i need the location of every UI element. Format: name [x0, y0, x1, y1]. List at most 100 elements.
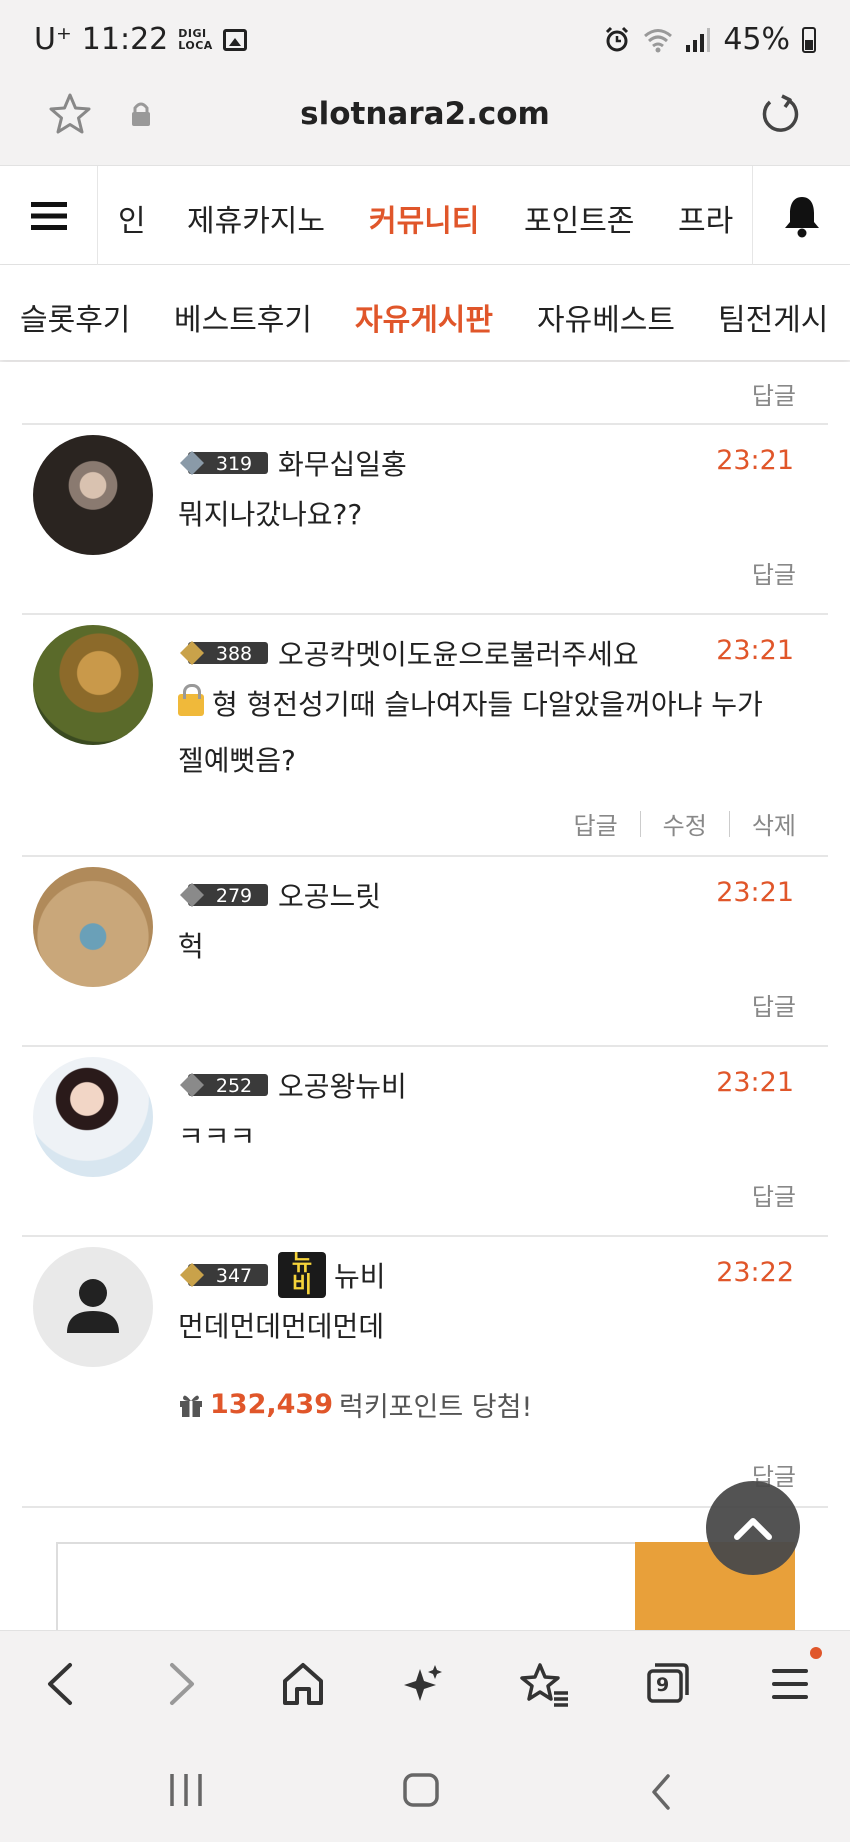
- avatar[interactable]: [33, 435, 153, 555]
- status-bar: U⁺ 11:22 DIGI LOCA 45%: [0, 0, 850, 80]
- comment-text: 헉: [178, 930, 204, 963]
- comment-text-line2: 젤예뻣음?: [178, 744, 296, 777]
- level-badge: 388: [180, 641, 268, 665]
- avatar[interactable]: [33, 867, 153, 987]
- bookmarks-icon[interactable]: [520, 1659, 570, 1709]
- comment-text: ㅋㅋㅋ: [178, 1120, 256, 1153]
- browser-toolbar: 9: [0, 1630, 850, 1740]
- comment-text-line1: 형 형전성기때 슬나여자들 다알았을꺼아냐 누가: [212, 688, 763, 721]
- comment-actions: 답글: [752, 1177, 796, 1212]
- back-icon[interactable]: [42, 1659, 78, 1709]
- carrier-label: U⁺: [34, 22, 72, 57]
- subnav-best-review[interactable]: 베스트후기: [174, 295, 312, 339]
- back-nav-icon[interactable]: [646, 1772, 676, 1812]
- subnav-free-board[interactable]: 자유게시판: [355, 295, 493, 339]
- reply-button[interactable]: 답글: [573, 806, 617, 841]
- digiloca-icon: DIGI LOCA: [178, 27, 213, 52]
- url-domain[interactable]: slotnara2.com: [0, 96, 850, 132]
- lucky-point-label: 럭키포인트 당첨!: [338, 1392, 533, 1423]
- action-separator: [728, 810, 730, 837]
- action-separator: [639, 810, 641, 837]
- scroll-top-button[interactable]: [706, 1481, 800, 1575]
- level-badge: 347: [180, 1263, 268, 1287]
- forward-icon[interactable]: [164, 1659, 200, 1709]
- clock: 11:22: [81, 22, 169, 57]
- reply-button[interactable]: 답글: [752, 555, 796, 590]
- nickname[interactable]: 오공칵멧이도윤으로불러주세요: [278, 633, 639, 673]
- avatar[interactable]: [33, 625, 153, 745]
- home-nav-icon[interactable]: [402, 1772, 440, 1808]
- nav-item-community[interactable]: 커뮤니티: [369, 196, 479, 240]
- home-icon[interactable]: [280, 1659, 326, 1709]
- nav-item-free[interactable]: 프라: [678, 196, 733, 240]
- avatar[interactable]: [33, 1057, 153, 1177]
- loca-label: LOCA: [178, 38, 213, 52]
- hamburger-icon: [30, 202, 67, 230]
- divider: [22, 613, 828, 615]
- reload-icon[interactable]: [758, 92, 802, 136]
- default-user-icon: [67, 1279, 119, 1333]
- subnav-free-best[interactable]: 자유베스트: [537, 295, 675, 339]
- level-badge: 319: [180, 451, 268, 475]
- signal-icon: [686, 27, 711, 52]
- gift-icon: [180, 1395, 202, 1417]
- nickname[interactable]: 화무십일홍: [278, 443, 407, 483]
- newbie-badge-char: 비: [291, 1273, 313, 1298]
- comment-time: 23:21: [716, 1067, 794, 1098]
- menu-button[interactable]: [0, 166, 98, 266]
- comment-actions: 답글: [752, 987, 796, 1022]
- menu-icon[interactable]: [770, 1659, 810, 1709]
- delete-button[interactable]: 삭제: [752, 806, 796, 841]
- newbie-badge: 뉴 비: [278, 1252, 326, 1298]
- divider: [22, 855, 828, 857]
- subnav-slot-review[interactable]: 슬롯후기: [20, 295, 130, 339]
- chevron-up-icon: [734, 1518, 772, 1540]
- divider: [22, 1506, 828, 1508]
- status-right: 45%: [603, 22, 816, 57]
- lock-icon: [178, 684, 204, 716]
- nickname[interactable]: 오공왕뉴비: [278, 1065, 407, 1105]
- level-number: 319: [216, 453, 252, 475]
- reply-button[interactable]: 답글: [752, 987, 796, 1022]
- menu-notification-dot: [810, 1647, 822, 1659]
- notifications-button[interactable]: [752, 166, 850, 266]
- main-nav-items: 인 제휴카지노 커뮤니티 포인트존 프라: [98, 166, 752, 266]
- recent-apps-icon[interactable]: [166, 1772, 206, 1808]
- nav-item-partner-casino[interactable]: 제휴카지노: [187, 196, 325, 240]
- nickname[interactable]: 뉴비: [334, 1255, 386, 1295]
- level-number: 252: [216, 1075, 252, 1097]
- lucky-point-notice: 132,439 럭키포인트 당첨!: [178, 1385, 532, 1424]
- comment-time: 23:21: [716, 635, 794, 666]
- subnav-team-board[interactable]: 팀전게시: [718, 295, 828, 339]
- alarm-icon: [606, 26, 629, 51]
- comment-actions: 답글 수정 삭제: [573, 806, 796, 841]
- reply-button[interactable]: 답글: [752, 376, 796, 411]
- level-number: 388: [216, 643, 252, 665]
- edit-button[interactable]: 수정: [663, 806, 707, 841]
- level-number: 347: [216, 1265, 252, 1287]
- status-left: U⁺ 11:22 DIGI LOCA: [34, 22, 247, 57]
- battery-percent: 45%: [723, 22, 790, 57]
- comment-time: 23:21: [716, 877, 794, 908]
- wifi-icon: [644, 28, 673, 52]
- reply-button[interactable]: 답글: [752, 1177, 796, 1212]
- system-nav-bar: [0, 1740, 850, 1842]
- divider: [22, 423, 828, 425]
- comment-text: 형 형전성기때 슬나여자들 다알았을꺼아냐 누가 젤예뻣음?: [178, 677, 798, 789]
- comment-text: 뭐지나갔나요??: [178, 498, 363, 531]
- nickname[interactable]: 오공느릿: [278, 875, 381, 915]
- bell-icon: [784, 197, 819, 238]
- level-badge: 279: [180, 883, 268, 907]
- level-number: 279: [216, 885, 252, 907]
- lucky-point-amount: 132,439: [210, 1389, 333, 1420]
- comment-list: 답글 319 화무십일홍 23:21 뭐지나갔나요?? 답글 388 오공칵멧이…: [0, 362, 850, 1630]
- nav-item-point-zone[interactable]: 포인트존: [524, 196, 634, 240]
- divider: [22, 1045, 828, 1047]
- sparkle-icon[interactable]: [400, 1659, 446, 1709]
- tabs-button[interactable]: 9: [645, 1657, 691, 1707]
- nav-item-login[interactable]: 인: [118, 196, 146, 240]
- comment-text: 먼데먼데먼데먼데: [178, 1310, 385, 1343]
- comment-actions: 답글: [752, 555, 796, 590]
- tabs-count: 9: [656, 1674, 670, 1696]
- avatar[interactable]: [33, 1247, 153, 1367]
